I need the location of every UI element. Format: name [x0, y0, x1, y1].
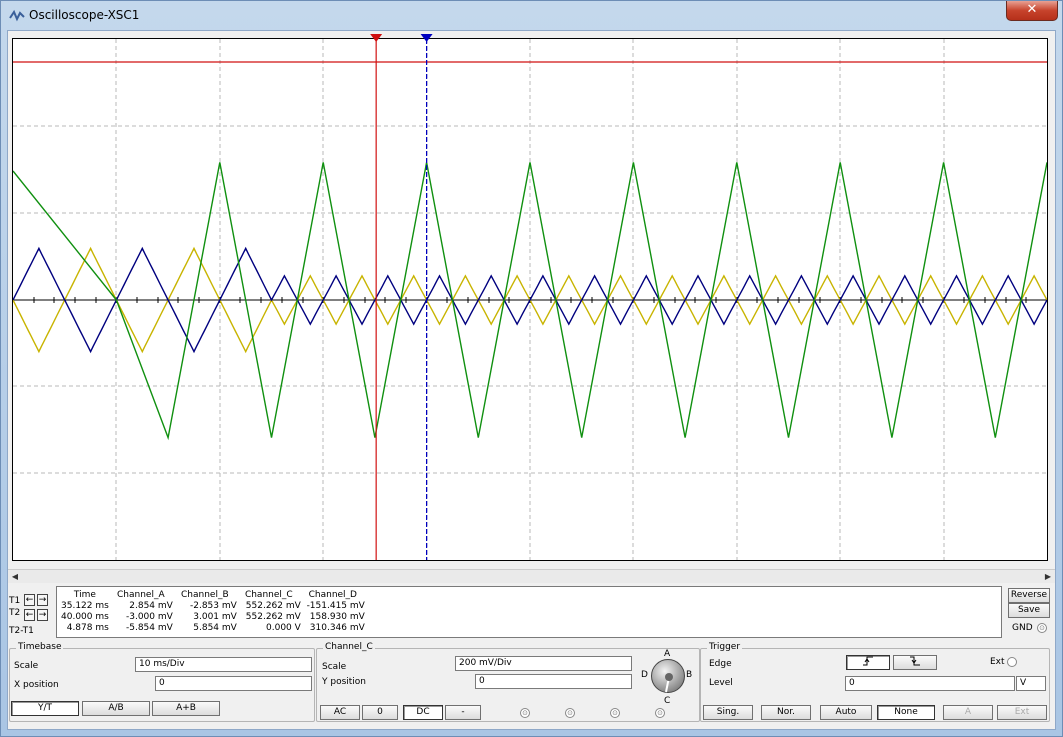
a-plus-b-button[interactable]: A+B — [152, 701, 220, 716]
timebase-title: Timebase — [16, 642, 64, 652]
cursor-t2-marker — [420, 34, 433, 42]
x-position-label: X position — [14, 680, 59, 690]
falling-edge-icon — [910, 656, 920, 666]
cell: 2.854 mV — [129, 600, 173, 611]
channel-title: Channel_C — [323, 642, 375, 652]
single-button[interactable]: Sing. — [703, 705, 753, 720]
cell: -151.415 mV — [306, 600, 365, 611]
ab-button[interactable]: A/B — [82, 701, 150, 716]
x-position-field[interactable]: 0 — [155, 676, 312, 691]
edge-label: Edge — [709, 659, 732, 669]
t2-left-arrow-icon[interactable]: ← — [24, 609, 35, 621]
falling-edge-button[interactable] — [893, 655, 937, 670]
timebase-scale-field[interactable]: 10 ms/Div — [135, 657, 312, 672]
scope-display — [13, 39, 1047, 560]
readout-row-t1: 35.122 ms 2.854 mV -2.853 mV 552.262 mV … — [61, 600, 365, 611]
horizontal-scrollbar[interactable]: ◀ ▶ — [8, 569, 1055, 583]
timebase-scale-label: Scale — [14, 661, 39, 671]
rising-edge-button[interactable] — [846, 655, 890, 670]
readout-table: Time Channel_A Channel_B Channel_C Chann… — [61, 589, 365, 633]
ext-label: Ext — [990, 657, 1005, 667]
y-position-field[interactable]: 0 — [475, 674, 632, 689]
row-label-t2: T2 — [9, 608, 21, 618]
readout-row-t2: 40.000 ms -3.000 mV 3.001 mV 552.262 mV … — [61, 611, 365, 622]
measurement-readout: Time Channel_A Channel_B Channel_C Chann… — [56, 586, 1002, 638]
cell: 158.930 mV — [309, 611, 365, 622]
auto-button[interactable]: Auto — [820, 705, 872, 720]
invert-button[interactable]: - — [445, 705, 481, 720]
header-channel-d: Channel_D — [308, 589, 357, 600]
level-field[interactable]: 0 — [845, 676, 1015, 691]
yt-button[interactable]: Y/T — [11, 701, 79, 716]
cell: -3.000 mV — [126, 611, 173, 622]
knob-label-a: A — [664, 649, 671, 659]
trigger-ext-button[interactable]: Ext — [997, 705, 1047, 720]
t1-right-arrow-icon[interactable]: → — [37, 594, 48, 606]
knob-pointer-icon — [665, 673, 673, 693]
save-button[interactable]: Save — [1008, 603, 1050, 618]
header-channel-b: Channel_B — [181, 589, 229, 600]
t1-left-arrow-icon[interactable]: ← — [24, 594, 35, 606]
gnd-terminal-icon[interactable]: ⊙ — [1037, 623, 1047, 633]
ac-button[interactable]: AC — [320, 705, 360, 720]
none-button[interactable]: None — [877, 705, 935, 720]
cursor-t1-marker — [370, 34, 383, 42]
channel-a-terminal-icon[interactable]: ⊙ — [520, 708, 530, 718]
cell: 35.122 ms — [61, 600, 109, 611]
channel-d-terminal-icon[interactable]: ⊙ — [655, 708, 665, 718]
normal-button[interactable]: Nor. — [761, 705, 811, 720]
channel-selector-knob[interactable] — [651, 659, 685, 693]
dc-button[interactable]: DC — [403, 705, 443, 720]
scope-screen[interactable] — [12, 38, 1048, 561]
level-label: Level — [709, 678, 733, 688]
header-channel-c: Channel_C — [244, 589, 293, 600]
reverse-button[interactable]: Reverse — [1008, 588, 1050, 603]
ext-trigger-terminal-icon[interactable] — [1007, 657, 1017, 667]
cell: -5.854 mV — [126, 622, 173, 633]
cell: 3.001 mV — [193, 611, 237, 622]
trigger-a-button[interactable]: A — [943, 705, 993, 720]
t2-right-arrow-icon[interactable]: → — [37, 609, 48, 621]
trigger-title: Trigger — [707, 642, 743, 652]
cell: 552.262 mV — [245, 600, 301, 611]
header-time: Time — [73, 589, 96, 600]
cell: 310.346 mV — [309, 622, 365, 633]
cell: 4.878 ms — [66, 622, 109, 633]
knob-label-c: C — [664, 696, 671, 706]
cell: 40.000 ms — [61, 611, 109, 622]
channel-b-terminal-icon[interactable]: ⊙ — [565, 708, 575, 718]
cell: 5.854 mV — [193, 622, 237, 633]
channel-scale-field[interactable]: 200 mV/Div — [455, 656, 632, 671]
channel-c-terminal-icon[interactable]: ⊙ — [610, 708, 620, 718]
knob-label-d: D — [641, 670, 648, 680]
cell: 552.262 mV — [245, 611, 301, 622]
scroll-left-icon[interactable]: ◀ — [8, 570, 22, 584]
cell: -2.853 mV — [190, 600, 237, 611]
readout-row-t2-t1: 4.878 ms -5.854 mV 5.854 mV 0.000 V 310.… — [61, 622, 365, 633]
channel-scale-label: Scale — [322, 662, 347, 672]
gnd-label: GND — [1012, 623, 1033, 633]
cell: 0.000 V — [266, 622, 301, 633]
rising-edge-icon — [863, 656, 873, 666]
level-unit-field[interactable]: V — [1016, 676, 1046, 691]
zero-button[interactable]: 0 — [362, 705, 398, 720]
row-label-t2-t1: T2-T1 — [9, 626, 34, 636]
cursor-markers — [370, 34, 433, 42]
header-channel-a: Channel_A — [117, 589, 165, 600]
knob-label-b: B — [686, 670, 693, 680]
y-position-label: Y position — [322, 677, 367, 687]
row-label-t1: T1 — [9, 596, 21, 606]
scroll-right-icon[interactable]: ▶ — [1041, 570, 1055, 584]
